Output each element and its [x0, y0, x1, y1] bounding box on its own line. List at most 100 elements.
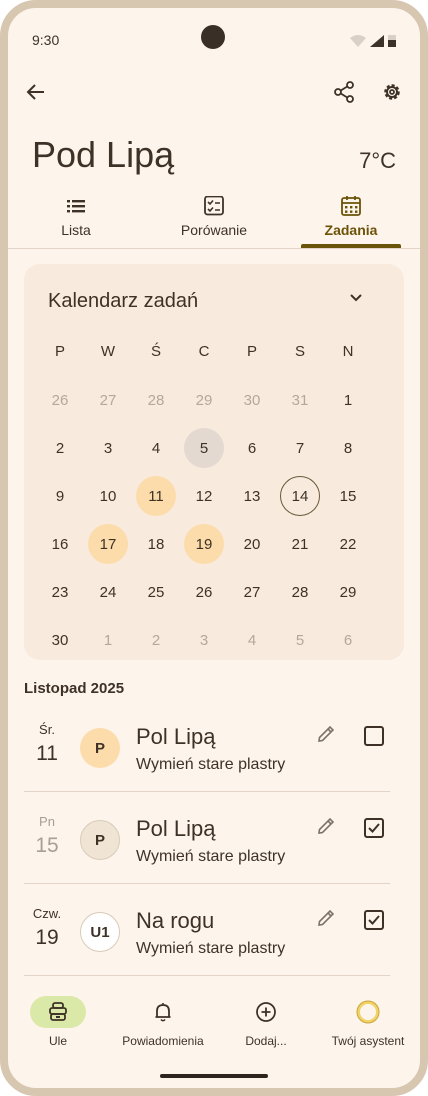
calendar-day[interactable]: 3: [88, 428, 128, 468]
calendar-day[interactable]: 6: [232, 428, 272, 468]
calendar-day[interactable]: 14: [280, 476, 320, 516]
calendar-collapse-button[interactable]: [348, 290, 364, 306]
calendar-day[interactable]: 12: [184, 476, 224, 516]
task-hive-name: Pol Lipą: [136, 724, 216, 749]
calendar-day[interactable]: 29: [328, 572, 368, 612]
task-description: Wymień stare plastry: [136, 940, 286, 957]
settings-button[interactable]: [376, 76, 408, 108]
nav-label: Ule: [48, 1034, 67, 1048]
calendar-day[interactable]: 5: [184, 428, 224, 468]
weekday-label: P: [54, 343, 65, 360]
tab-label: Zadania: [324, 222, 378, 238]
calendar-day[interactable]: 4: [136, 428, 176, 468]
calendar-day[interactable]: 8: [328, 428, 368, 468]
task-day: 11: [36, 742, 58, 765]
gear-icon: [384, 84, 400, 100]
edit-task-button[interactable]: [316, 816, 336, 836]
calendar-day[interactable]: 16: [40, 524, 80, 564]
task-hive-name: Na rogu: [136, 908, 215, 933]
calendar-day[interactable]: 4: [232, 620, 272, 660]
chevron-down-icon: [350, 294, 362, 302]
calendar-day[interactable]: 2: [40, 428, 80, 468]
weekday-label: W: [100, 343, 116, 360]
battery-icon: [388, 35, 396, 47]
month-section-title: Listopad 2025: [24, 680, 125, 697]
task-day: 15: [35, 834, 59, 857]
calendar-day[interactable]: 6: [328, 620, 368, 660]
nav-label: Twój asystent: [331, 1034, 405, 1048]
tab-porownanie[interactable]: Porówanie: [164, 196, 264, 248]
share-button[interactable]: [328, 76, 360, 108]
task-row[interactable]: Śr. 11 P Pol Lipą Wymień stare plastry: [24, 700, 390, 792]
calendar-day[interactable]: 28: [136, 380, 176, 420]
task-checkbox[interactable]: [364, 818, 384, 838]
weekday-label: Ś: [150, 343, 161, 360]
calendar-day[interactable]: 22: [328, 524, 368, 564]
calendar-day[interactable]: 31: [280, 380, 320, 420]
task-hive-name: Pol Lipą: [136, 816, 216, 841]
calendar-day[interactable]: 1: [88, 620, 128, 660]
calendar-day[interactable]: 30: [40, 620, 80, 660]
calendar-day[interactable]: 27: [88, 380, 128, 420]
calendar-day[interactable]: 18: [136, 524, 176, 564]
calendar-day[interactable]: 28: [280, 572, 320, 612]
calendar-day[interactable]: 26: [184, 572, 224, 612]
hive-avatar: U1: [80, 912, 120, 952]
nav-twoj-asystent[interactable]: Twój asystent: [318, 996, 418, 1048]
task-checkbox[interactable]: [364, 910, 384, 930]
calendar-day[interactable]: 19: [184, 524, 224, 564]
calendar-day[interactable]: 21: [280, 524, 320, 564]
nav-icon-wrap: [135, 996, 191, 1028]
tab-label: Porówanie: [180, 222, 248, 238]
nav-ule[interactable]: Ule: [8, 996, 108, 1048]
task-description: Wymień stare plastry: [136, 756, 286, 773]
signal-icon: [370, 34, 384, 47]
weekday-label: C: [198, 343, 210, 360]
calendar-day[interactable]: 27: [232, 572, 272, 612]
calendar-day[interactable]: 3: [184, 620, 224, 660]
status-icons: [350, 34, 396, 47]
calendar-day[interactable]: 13: [232, 476, 272, 516]
nav-active-indicator: [30, 996, 86, 1028]
tab-zadania[interactable]: Zadania: [301, 196, 401, 248]
calendar-day[interactable]: 24: [88, 572, 128, 612]
edit-task-button[interactable]: [316, 908, 336, 928]
check-icon: [368, 823, 380, 833]
calendar-day[interactable]: 30: [232, 380, 272, 420]
task-day: 19: [35, 926, 59, 949]
nav-dodaj[interactable]: Dodaj...: [216, 996, 316, 1048]
task-description: Wymień stare plastry: [136, 848, 286, 865]
calendar-day[interactable]: 2: [136, 620, 176, 660]
calendar-day[interactable]: 9: [40, 476, 80, 516]
weekday-label: N: [342, 343, 354, 360]
hive-icon: [49, 1002, 67, 1021]
calendar-day[interactable]: 7: [280, 428, 320, 468]
task-weekday: Czw.: [32, 906, 62, 921]
calendar-day[interactable]: 5: [280, 620, 320, 660]
tab-lista[interactable]: Lista: [26, 196, 126, 248]
hive-avatar: P: [80, 820, 120, 860]
calendar-day[interactable]: 11: [136, 476, 176, 516]
back-button[interactable]: [20, 76, 52, 108]
calendar-day[interactable]: 29: [184, 380, 224, 420]
nav-label: Powiadomienia: [122, 1034, 204, 1048]
temperature: 7°C: [359, 148, 396, 173]
task-row[interactable]: Pn 15 P Pol Lipą Wymień stare plastry: [24, 792, 390, 884]
edit-task-button[interactable]: [316, 724, 336, 744]
calendar-day[interactable]: 10: [88, 476, 128, 516]
calendar-title: Kalendarz zadań: [48, 290, 199, 312]
nav-powiadomienia[interactable]: Powiadomienia: [113, 996, 213, 1048]
gesture-bar: [160, 1074, 268, 1078]
task-row[interactable]: Czw. 19 U1 Na rogu Wymień stare plastry: [24, 884, 390, 976]
calendar-day[interactable]: 1: [328, 380, 368, 420]
calendar-day[interactable]: 17: [88, 524, 128, 564]
bell-icon: [155, 1003, 171, 1022]
task-checkbox[interactable]: [364, 726, 384, 746]
check-icon: [368, 915, 380, 925]
calendar-day[interactable]: 25: [136, 572, 176, 612]
calendar-day[interactable]: 15: [328, 476, 368, 516]
tab-indicator: [301, 244, 401, 248]
calendar-day[interactable]: 26: [40, 380, 80, 420]
calendar-day[interactable]: 20: [232, 524, 272, 564]
calendar-day[interactable]: 23: [40, 572, 80, 612]
